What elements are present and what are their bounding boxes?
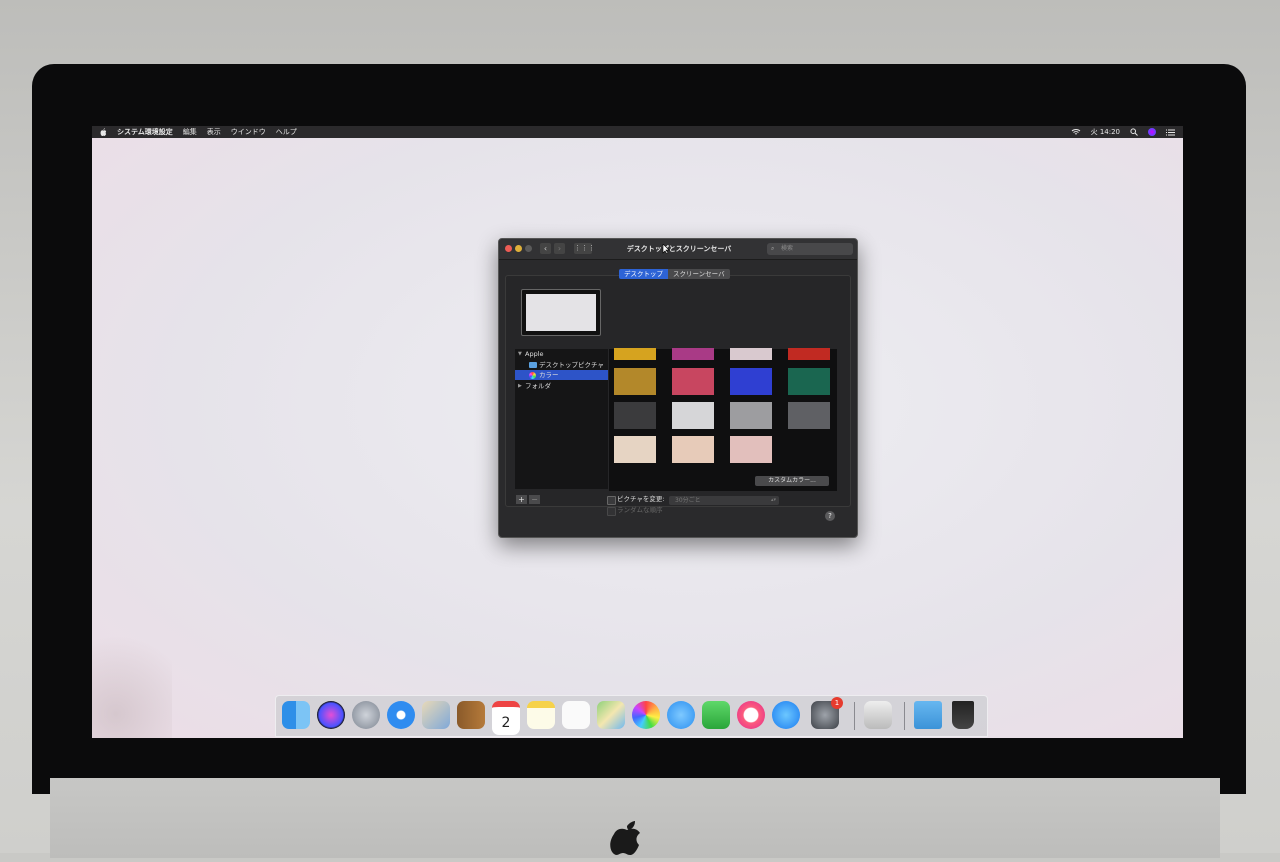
menu-bar: システム環境設定 編集 表示 ウインドウ ヘルプ 火 14:20 — [92, 126, 1183, 138]
change-picture-label: ピクチャを変更: — [617, 495, 665, 503]
screen-glare — [92, 618, 172, 738]
change-picture-checkbox[interactable] — [607, 496, 616, 505]
zoom-button[interactable] — [525, 245, 532, 252]
minimize-button[interactable] — [515, 245, 522, 252]
migration-assistant-icon[interactable] — [864, 701, 892, 729]
color-swatch[interactable] — [672, 436, 714, 463]
launchpad-icon[interactable] — [352, 701, 380, 729]
color-swatch[interactable] — [614, 402, 656, 429]
downloads-folder-icon[interactable] — [914, 701, 942, 729]
window-titlebar: ‹ › ⋮⋮⋮ デスクトップとスクリーンセーバ ⌕ 検索 — [499, 239, 857, 260]
show-all-grid-button[interactable]: ⋮⋮⋮ — [574, 243, 595, 254]
color-swatch[interactable] — [730, 402, 772, 429]
sidebar-group-apple[interactable]: ▼ Apple — [515, 349, 608, 359]
color-swatch[interactable] — [788, 348, 830, 360]
facetime-icon[interactable] — [702, 701, 730, 729]
color-swatch[interactable] — [788, 368, 830, 395]
source-list: ▼ Apple デスクトップピクチャ カラー ▶ フォルダ — [515, 349, 608, 489]
forward-button[interactable]: › — [554, 243, 565, 254]
notification-center-icon[interactable] — [1166, 129, 1175, 136]
app-menu[interactable]: システム環境設定 — [117, 126, 173, 138]
search-field[interactable]: ⌕ 検索 — [767, 243, 853, 255]
back-button[interactable]: ‹ — [540, 243, 551, 254]
photos-icon[interactable] — [632, 701, 660, 729]
color-swatch-grid — [609, 348, 837, 491]
color-swatch[interactable] — [672, 348, 714, 360]
apple-logo-icon — [610, 821, 640, 855]
sidebar-item-label: デスクトップピクチャ — [539, 361, 604, 369]
disclosure-closed-icon: ▶ — [518, 383, 522, 389]
random-order-checkbox[interactable] — [607, 507, 616, 516]
menu-edit[interactable]: 編集 — [183, 126, 197, 138]
reminders-icon[interactable] — [562, 701, 590, 729]
app-store-icon[interactable] — [772, 701, 800, 729]
siri-icon[interactable] — [1148, 128, 1156, 136]
calendar-day: 2 — [501, 715, 511, 731]
tab-desktop[interactable]: デスクトップ — [619, 269, 668, 279]
mail-icon[interactable] — [422, 701, 450, 729]
wifi-icon[interactable] — [1071, 128, 1081, 136]
maps-icon[interactable] — [597, 701, 625, 729]
menu-window[interactable]: ウインドウ — [231, 126, 266, 138]
color-swatch[interactable] — [614, 436, 656, 463]
menu-help[interactable]: ヘルプ — [276, 126, 297, 138]
add-folder-button[interactable]: + — [516, 495, 527, 504]
mouse-pointer-icon — [662, 244, 670, 254]
messages-icon[interactable] — [667, 701, 695, 729]
dock: 2 1 — [275, 695, 988, 737]
search-icon: ⌕ — [771, 245, 775, 252]
sidebar-group-label: フォルダ — [525, 382, 551, 390]
tab-screensaver[interactable]: スクリーンセーバ — [668, 269, 730, 279]
desktop-preview-thumbnail — [521, 289, 601, 336]
sidebar-group-folders[interactable]: ▶ フォルダ — [515, 381, 608, 391]
safari-icon[interactable] — [387, 701, 415, 729]
dock-separator — [904, 702, 905, 730]
system-preferences-icon[interactable]: 1 — [811, 697, 843, 729]
notes-icon[interactable] — [527, 701, 555, 729]
color-swatch[interactable] — [730, 368, 772, 395]
change-interval-select[interactable]: 30分ごと ▴▾ — [669, 496, 779, 505]
search-placeholder: 検索 — [781, 245, 794, 252]
finder-icon[interactable] — [282, 701, 310, 729]
disclosure-open-icon: ▼ — [518, 351, 522, 357]
help-button[interactable]: ? — [825, 511, 835, 521]
window-title: デスクトップとスクリーンセーバ — [626, 245, 732, 253]
tab-segmented-control: デスクトップ スクリーンセーバ — [619, 269, 730, 279]
calendar-icon[interactable]: 2 — [492, 701, 520, 735]
itunes-icon[interactable] — [737, 701, 765, 729]
sidebar-item-desktop-pictures[interactable]: デスクトップピクチャ — [515, 360, 608, 370]
color-swatch[interactable] — [730, 436, 772, 463]
color-swatch[interactable] — [614, 368, 656, 395]
contacts-icon[interactable] — [457, 701, 485, 729]
color-swatch[interactable] — [788, 402, 830, 429]
color-wheel-icon — [529, 371, 536, 379]
stepper-arrows-icon: ▴▾ — [770, 497, 776, 503]
sidebar-item-colors[interactable]: カラー — [515, 370, 608, 380]
color-swatch[interactable] — [614, 348, 656, 360]
color-swatch[interactable] — [730, 348, 772, 360]
interval-value: 30分ごと — [675, 497, 701, 504]
notification-badge: 1 — [831, 697, 843, 709]
sidebar-group-label: Apple — [525, 350, 544, 358]
dock-separator — [854, 702, 855, 730]
custom-color-button[interactable]: カスタムカラー... — [755, 476, 829, 486]
spotlight-search-icon[interactable] — [1130, 128, 1138, 136]
close-button[interactable] — [505, 245, 512, 252]
desktop-screen: システム環境設定 編集 表示 ウインドウ ヘルプ 火 14:20 ‹ › ⋮⋮⋮… — [92, 126, 1183, 738]
sidebar-item-label: カラー — [539, 371, 559, 379]
menubar-clock[interactable]: 火 14:20 — [1091, 126, 1120, 138]
random-order-label: ランダムな順序 — [617, 506, 663, 514]
siri-icon[interactable] — [317, 701, 345, 729]
desktop-preview-image — [526, 294, 596, 331]
menu-view[interactable]: 表示 — [207, 126, 221, 138]
color-swatch[interactable] — [672, 368, 714, 395]
color-swatch[interactable] — [672, 402, 714, 429]
folder-icon — [529, 362, 537, 368]
apple-menu-icon[interactable] — [100, 128, 107, 136]
desktop-screensaver-window: ‹ › ⋮⋮⋮ デスクトップとスクリーンセーバ ⌕ 検索 デスクトップ スクリー… — [498, 238, 858, 538]
remove-folder-button[interactable]: − — [529, 495, 540, 504]
trash-icon[interactable] — [952, 701, 974, 729]
